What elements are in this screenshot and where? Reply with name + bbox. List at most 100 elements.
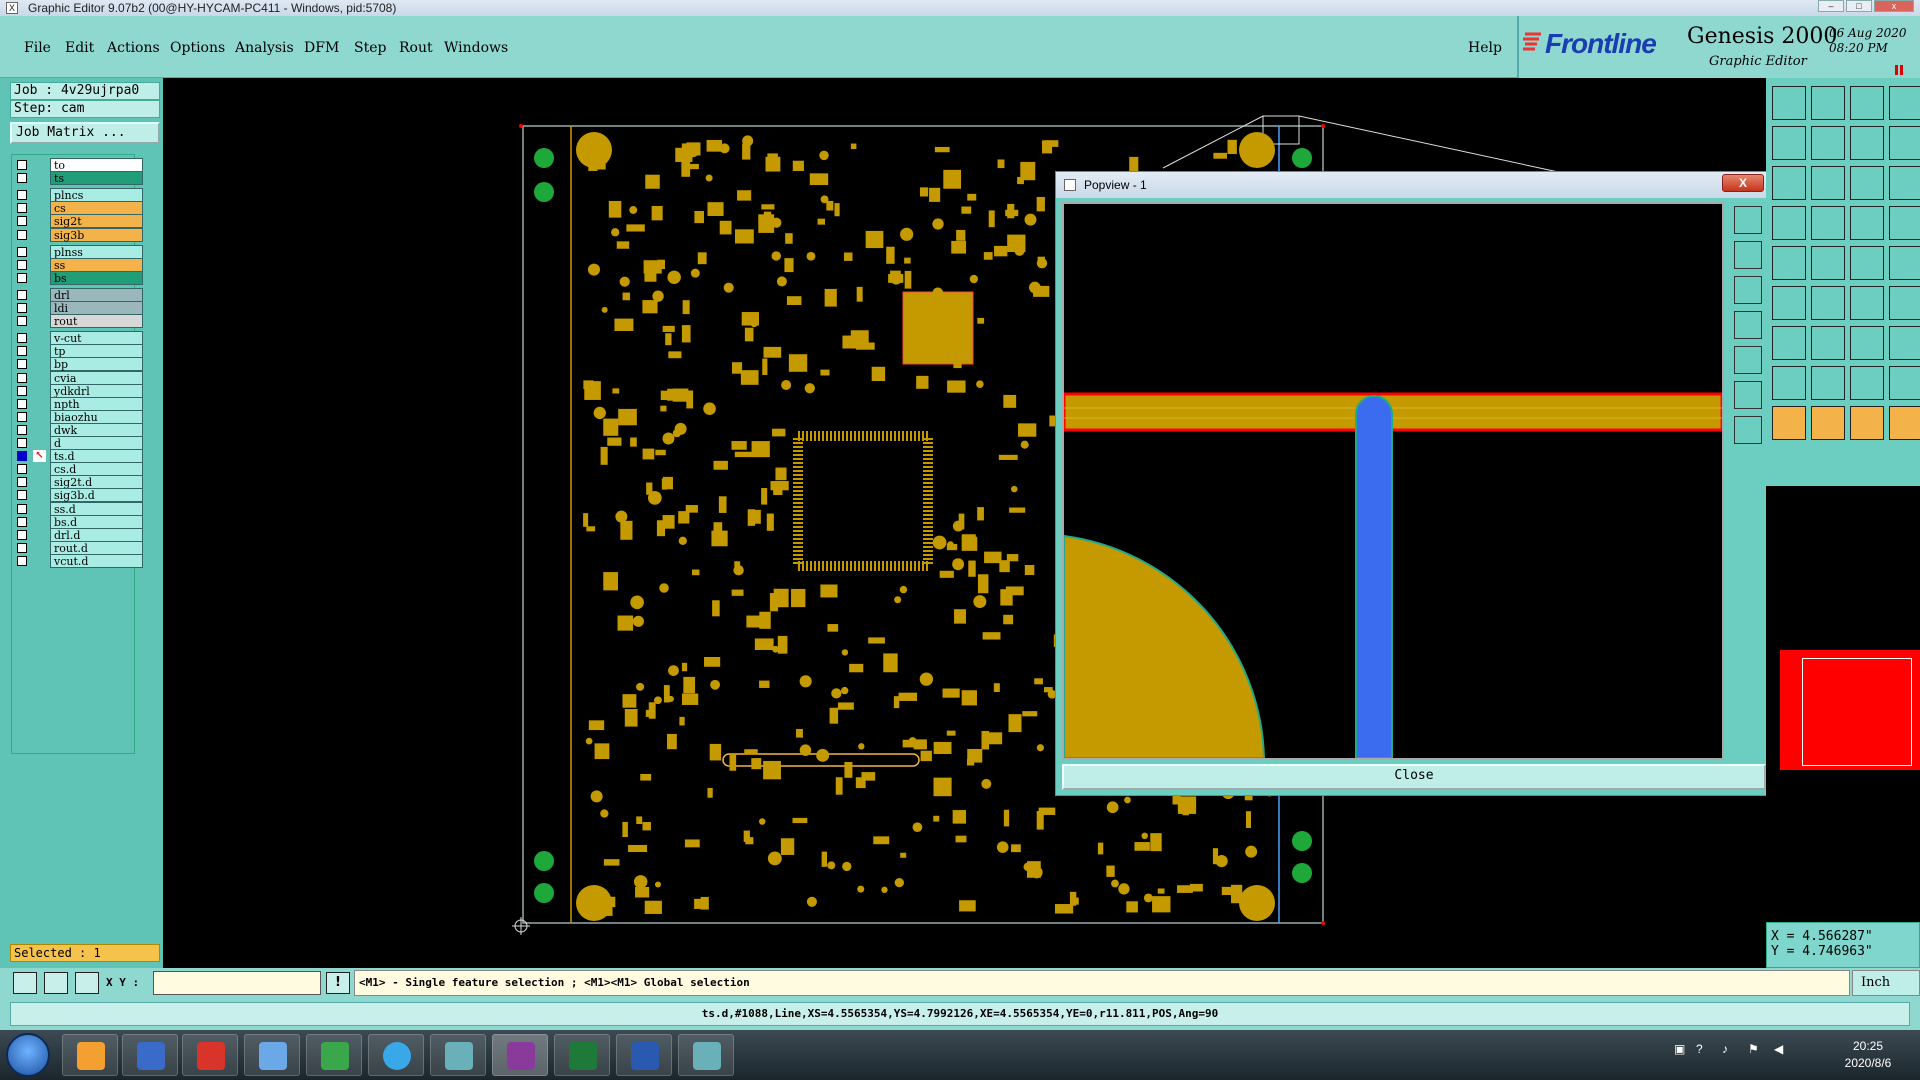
tool-move-icon[interactable] bbox=[1772, 246, 1806, 280]
tool-snap-icon[interactable] bbox=[1772, 206, 1806, 240]
layer-checkbox[interactable] bbox=[17, 529, 27, 540]
tool-fit-icon[interactable] bbox=[1850, 126, 1884, 160]
layer-row-cs[interactable]: cs bbox=[12, 201, 143, 216]
tool-ratio-icon[interactable] bbox=[1850, 166, 1884, 200]
tool-grid-icon[interactable] bbox=[1889, 86, 1920, 120]
layer-name[interactable]: v-cut bbox=[50, 331, 143, 346]
layer-row-rout.d[interactable]: rout.d bbox=[12, 540, 143, 555]
layer-name[interactable]: ydkdrl bbox=[50, 383, 143, 398]
menu-actions[interactable]: Actions bbox=[107, 40, 160, 56]
menu-step[interactable]: Step bbox=[354, 40, 386, 56]
layer-checkbox[interactable] bbox=[17, 372, 27, 383]
layer-checkbox[interactable] bbox=[17, 542, 27, 553]
layer-checkbox[interactable] bbox=[17, 316, 27, 327]
menu-windows[interactable]: Windows bbox=[444, 40, 508, 56]
layer-row-ydkdrl[interactable]: ydkdrl bbox=[12, 383, 143, 398]
tool-draw-icon[interactable] bbox=[1772, 326, 1806, 360]
pause-icon[interactable] bbox=[1895, 60, 1905, 75]
layer-name[interactable]: ss.d bbox=[50, 501, 143, 516]
tool-edit-icon[interactable] bbox=[1850, 406, 1884, 440]
layer-checkbox[interactable] bbox=[17, 203, 27, 214]
layer-name[interactable]: plncs bbox=[50, 188, 143, 203]
menu-rout[interactable]: Rout bbox=[399, 40, 433, 56]
layer-row-drl.d[interactable]: drl.d bbox=[12, 527, 143, 542]
layer-checkbox[interactable] bbox=[17, 246, 27, 257]
popview-title-bar[interactable]: Popview - 1 X bbox=[1056, 172, 1774, 198]
menu-help[interactable]: Help bbox=[1468, 40, 1502, 56]
layer-name[interactable]: plnss bbox=[50, 244, 143, 259]
grid-icon[interactable] bbox=[75, 972, 99, 994]
layer-name[interactable]: tp bbox=[50, 344, 143, 359]
popview-zoom-view[interactable] bbox=[1064, 204, 1722, 758]
help-icon[interactable]: ? bbox=[1696, 1042, 1703, 1056]
taskbar-app-genesis-icon[interactable] bbox=[492, 1034, 548, 1076]
window-title-bar[interactable]: X Graphic Editor 9.07b2 (00@HY-HYCAM-PC4… bbox=[0, 0, 1920, 16]
tool-rotate-icon[interactable] bbox=[1811, 246, 1845, 280]
layer-row-v-cut[interactable]: v-cut bbox=[12, 331, 143, 346]
tool-circle-icon[interactable] bbox=[1889, 246, 1920, 280]
layer-name[interactable]: drl.d bbox=[50, 527, 143, 542]
layer-row-plnss[interactable]: plnss bbox=[12, 244, 143, 259]
layer-row-plncs[interactable]: plncs bbox=[12, 188, 143, 203]
layer-row-bs.d[interactable]: bs.d bbox=[12, 514, 143, 529]
layer-checkbox[interactable] bbox=[17, 385, 27, 396]
popview-tool-left-icon[interactable] bbox=[1734, 311, 1762, 339]
layer-checkbox[interactable] bbox=[17, 346, 27, 357]
tool-route-icon[interactable] bbox=[1850, 206, 1884, 240]
tool-curve-icon[interactable] bbox=[1850, 326, 1884, 360]
menu-options[interactable]: Options bbox=[170, 40, 225, 56]
popview-window[interactable]: Popview - 1 X Close bbox=[1055, 171, 1775, 796]
layer-name[interactable]: ts.d bbox=[50, 449, 143, 464]
layer-name[interactable]: d bbox=[50, 436, 143, 450]
layer-row-dwk[interactable]: dwk bbox=[12, 422, 143, 437]
layer-checkbox[interactable] bbox=[17, 451, 27, 462]
layer-row-rout[interactable]: rout bbox=[12, 314, 143, 329]
tool-next-icon[interactable] bbox=[1811, 126, 1845, 160]
tool-pan-icon[interactable] bbox=[1811, 166, 1845, 200]
layer-checkbox[interactable] bbox=[17, 464, 27, 475]
tool-open-icon[interactable] bbox=[1772, 86, 1806, 120]
popview-tool-down-icon[interactable] bbox=[1734, 276, 1762, 304]
menu-edit[interactable]: Edit bbox=[65, 40, 94, 56]
popview-tool-zoom-center-icon[interactable] bbox=[1734, 416, 1762, 444]
maximize-icon[interactable]: □ bbox=[1846, 0, 1872, 12]
layer-row-drl[interactable]: drl bbox=[12, 287, 143, 302]
layer-row-biaozhu[interactable]: biaozhu bbox=[12, 409, 143, 424]
system-tray[interactable]: ▣ ? ♪ ⚑ ◀ bbox=[1660, 1042, 1800, 1070]
taskbar-app-notepad-icon[interactable] bbox=[244, 1034, 300, 1076]
layer-name[interactable]: sig3b.d bbox=[50, 488, 143, 503]
taskbar-app-red-icon[interactable] bbox=[182, 1034, 238, 1076]
layer-row-ts.d[interactable]: ↖ ts.d bbox=[12, 449, 143, 464]
popview-close-button[interactable]: Close bbox=[1062, 764, 1766, 790]
layer-name[interactable]: sig2t bbox=[50, 214, 143, 229]
layer-checkbox[interactable] bbox=[17, 160, 27, 170]
tool-help-icon[interactable] bbox=[1889, 166, 1920, 200]
popview-tool-up-icon[interactable] bbox=[1734, 241, 1762, 269]
layer-row-ts[interactable]: ts bbox=[12, 171, 143, 186]
layer-name[interactable]: ts bbox=[50, 171, 143, 186]
tool-triangle-b-icon[interactable] bbox=[1811, 366, 1845, 400]
menu-analysis[interactable]: Analysis bbox=[235, 40, 294, 56]
layer-checkbox[interactable] bbox=[17, 333, 27, 344]
tool-copy-icon[interactable] bbox=[1889, 126, 1920, 160]
layer-name[interactable]: ldi bbox=[50, 301, 143, 315]
taskbar-app-word-icon[interactable] bbox=[616, 1034, 672, 1076]
layer-checkbox[interactable] bbox=[17, 272, 27, 283]
popview-tool-zoom-fit-icon[interactable] bbox=[1734, 381, 1762, 409]
layer-name[interactable]: sig3b bbox=[50, 227, 143, 242]
taskbar-app-excel-icon[interactable] bbox=[554, 1034, 610, 1076]
tool-cross-icon[interactable] bbox=[1811, 286, 1845, 320]
layer-checkbox[interactable] bbox=[17, 173, 27, 184]
layer-checkbox[interactable] bbox=[17, 555, 27, 566]
speaker-icon[interactable]: ◀ bbox=[1774, 1042, 1783, 1056]
snap-icon[interactable] bbox=[13, 972, 37, 994]
layer-checkbox[interactable] bbox=[17, 190, 27, 201]
layer-row-cvia[interactable]: cvia bbox=[12, 370, 143, 385]
layer-name[interactable]: bs.d bbox=[50, 514, 143, 529]
layer-name[interactable]: vcut.d bbox=[50, 553, 143, 568]
layer-row-cs.d[interactable]: cs.d bbox=[12, 462, 143, 477]
tool-line-icon[interactable] bbox=[1850, 246, 1884, 280]
layer-checkbox[interactable] bbox=[17, 229, 27, 240]
layer-name[interactable]: rout bbox=[50, 314, 143, 329]
tool-zoom-in-icon[interactable] bbox=[1772, 166, 1806, 200]
